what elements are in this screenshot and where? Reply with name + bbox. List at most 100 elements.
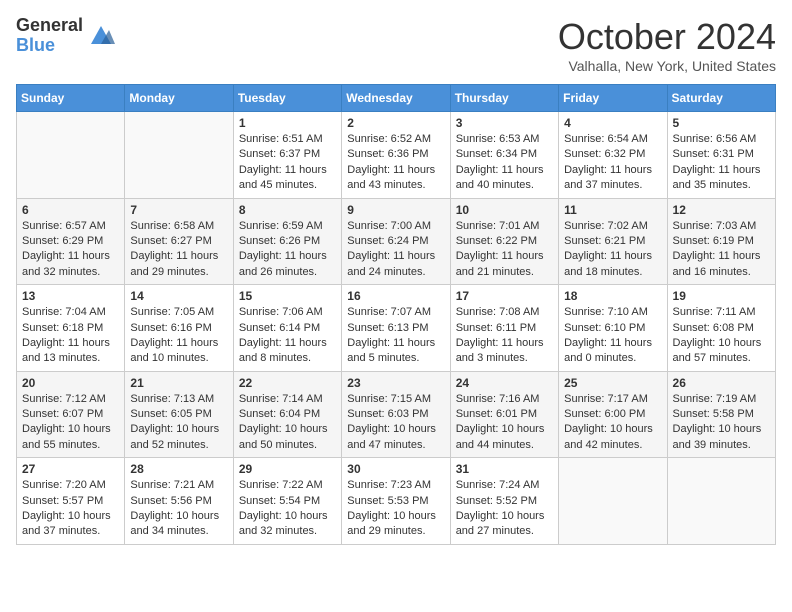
month-title: October 2024 <box>558 16 776 58</box>
day-number: 3 <box>456 116 553 130</box>
logo: General Blue <box>16 16 115 56</box>
day-number: 26 <box>673 376 770 390</box>
col-sunday: Sunday <box>17 85 125 112</box>
day-info: Sunrise: 6:52 AM Sunset: 6:36 PM Dayligh… <box>347 132 444 194</box>
day-info: Sunrise: 7:16 AM Sunset: 6:01 PM Dayligh… <box>456 392 553 454</box>
cell-w4-d2: 21 Sunrise: 7:13 AM Sunset: 6:05 PM Dayli… <box>125 371 233 458</box>
day-number: 17 <box>456 289 553 303</box>
cell-w5-d5: 31 Sunrise: 7:24 AM Sunset: 5:52 PM Dayli… <box>450 458 558 545</box>
page-header: General Blue October 2024 Valhalla, New … <box>16 16 776 74</box>
cell-w4-d4: 23 Sunrise: 7:15 AM Sunset: 6:03 PM Dayli… <box>342 371 450 458</box>
cell-w1-d2 <box>125 112 233 199</box>
day-number: 15 <box>239 289 336 303</box>
day-number: 6 <box>22 203 119 217</box>
day-number: 23 <box>347 376 444 390</box>
day-number: 2 <box>347 116 444 130</box>
cell-w3-d4: 16Sunrise: 7:07 AM Sunset: 6:13 PM Dayli… <box>342 285 450 372</box>
cell-w4-d7: 26 Sunrise: 7:19 AM Sunset: 5:58 PM Dayli… <box>667 371 775 458</box>
day-number: 13 <box>22 289 119 303</box>
day-number: 14 <box>130 289 227 303</box>
day-info: Sunrise: 7:08 AM Sunset: 6:11 PM Dayligh… <box>456 305 553 367</box>
day-info: Sunrise: 7:05 AM Sunset: 6:16 PM Dayligh… <box>130 305 227 367</box>
day-info: Sunrise: 7:01 AM Sunset: 6:22 PM Dayligh… <box>456 219 553 281</box>
week-row-5: 27Sunrise: 7:20 AM Sunset: 5:57 PM Dayli… <box>17 458 776 545</box>
calendar-header: Sunday Monday Tuesday Wednesday Thursday… <box>17 85 776 112</box>
day-info: Sunrise: 7:24 AM Sunset: 5:52 PM Dayligh… <box>456 478 553 540</box>
week-row-2: 6Sunrise: 6:57 AM Sunset: 6:29 PM Daylig… <box>17 198 776 285</box>
day-info: Sunrise: 7:14 AM Sunset: 6:04 PM Dayligh… <box>239 392 336 454</box>
cell-w4-d3: 22 Sunrise: 7:14 AM Sunset: 6:04 PM Dayli… <box>233 371 341 458</box>
day-info: Sunrise: 7:06 AM Sunset: 6:14 PM Dayligh… <box>239 305 336 367</box>
week-row-3: 13 Sunrise: 7:04 AM Sunset: 6:18 PM Dayli… <box>17 285 776 372</box>
logo-general-text: General <box>16 16 83 36</box>
day-info: Sunrise: 7:20 AM Sunset: 5:57 PM Dayligh… <box>22 478 119 540</box>
day-info: Sunrise: 7:21 AM Sunset: 5:56 PM Dayligh… <box>130 478 227 540</box>
day-info: Sunrise: 7:12 AM Sunset: 6:07 PM Dayligh… <box>22 392 119 454</box>
cell-w2-d5: 10Sunrise: 7:01 AM Sunset: 6:22 PM Dayli… <box>450 198 558 285</box>
header-row: Sunday Monday Tuesday Wednesday Thursday… <box>17 85 776 112</box>
day-info: Sunrise: 7:23 AM Sunset: 5:53 PM Dayligh… <box>347 478 444 540</box>
cell-w5-d6 <box>559 458 667 545</box>
day-number: 22 <box>239 376 336 390</box>
day-number: 28 <box>130 462 227 476</box>
day-number: 1 <box>239 116 336 130</box>
day-number: 29 <box>239 462 336 476</box>
cell-w3-d3: 15 Sunrise: 7:06 AM Sunset: 6:14 PM Dayli… <box>233 285 341 372</box>
col-tuesday: Tuesday <box>233 85 341 112</box>
day-number: 9 <box>347 203 444 217</box>
day-info: Sunrise: 7:19 AM Sunset: 5:58 PM Dayligh… <box>673 392 770 454</box>
cell-w1-d1 <box>17 112 125 199</box>
day-number: 20 <box>22 376 119 390</box>
col-wednesday: Wednesday <box>342 85 450 112</box>
day-info: Sunrise: 7:10 AM Sunset: 6:10 PM Dayligh… <box>564 305 661 367</box>
day-info: Sunrise: 7:11 AM Sunset: 6:08 PM Dayligh… <box>673 305 770 367</box>
day-number: 21 <box>130 376 227 390</box>
cell-w4-d1: 20 Sunrise: 7:12 AM Sunset: 6:07 PM Dayli… <box>17 371 125 458</box>
location: Valhalla, New York, United States <box>558 58 776 74</box>
cell-w3-d5: 17 Sunrise: 7:08 AM Sunset: 6:11 PM Dayli… <box>450 285 558 372</box>
day-info: Sunrise: 6:53 AM Sunset: 6:34 PM Dayligh… <box>456 132 553 194</box>
col-monday: Monday <box>125 85 233 112</box>
cell-w1-d7: 5 Sunrise: 6:56 AM Sunset: 6:31 PM Daylig… <box>667 112 775 199</box>
day-number: 25 <box>564 376 661 390</box>
day-number: 11 <box>564 203 661 217</box>
col-thursday: Thursday <box>450 85 558 112</box>
day-number: 30 <box>347 462 444 476</box>
day-info: Sunrise: 6:54 AM Sunset: 6:32 PM Dayligh… <box>564 132 661 194</box>
cell-w4-d6: 25 Sunrise: 7:17 AM Sunset: 6:00 PM Dayli… <box>559 371 667 458</box>
day-number: 8 <box>239 203 336 217</box>
day-info: Sunrise: 7:17 AM Sunset: 6:00 PM Dayligh… <box>564 392 661 454</box>
cell-w1-d6: 4Sunrise: 6:54 AM Sunset: 6:32 PM Daylig… <box>559 112 667 199</box>
cell-w2-d2: 7 Sunrise: 6:58 AM Sunset: 6:27 PM Daylig… <box>125 198 233 285</box>
cell-w3-d1: 13 Sunrise: 7:04 AM Sunset: 6:18 PM Dayli… <box>17 285 125 372</box>
day-info: Sunrise: 7:15 AM Sunset: 6:03 PM Dayligh… <box>347 392 444 454</box>
cell-w2-d1: 6Sunrise: 6:57 AM Sunset: 6:29 PM Daylig… <box>17 198 125 285</box>
cell-w2-d4: 9 Sunrise: 7:00 AM Sunset: 6:24 PM Daylig… <box>342 198 450 285</box>
day-info: Sunrise: 6:56 AM Sunset: 6:31 PM Dayligh… <box>673 132 770 194</box>
day-number: 31 <box>456 462 553 476</box>
calendar-table: Sunday Monday Tuesday Wednesday Thursday… <box>16 84 776 545</box>
day-info: Sunrise: 7:13 AM Sunset: 6:05 PM Dayligh… <box>130 392 227 454</box>
day-number: 12 <box>673 203 770 217</box>
day-number: 18 <box>564 289 661 303</box>
cell-w2-d6: 11 Sunrise: 7:02 AM Sunset: 6:21 PM Dayli… <box>559 198 667 285</box>
cell-w2-d7: 12 Sunrise: 7:03 AM Sunset: 6:19 PM Dayli… <box>667 198 775 285</box>
cell-w5-d1: 27Sunrise: 7:20 AM Sunset: 5:57 PM Dayli… <box>17 458 125 545</box>
day-info: Sunrise: 7:22 AM Sunset: 5:54 PM Dayligh… <box>239 478 336 540</box>
cell-w5-d2: 28 Sunrise: 7:21 AM Sunset: 5:56 PM Dayli… <box>125 458 233 545</box>
day-number: 19 <box>673 289 770 303</box>
day-info: Sunrise: 6:51 AM Sunset: 6:37 PM Dayligh… <box>239 132 336 194</box>
week-row-1: 1 Sunrise: 6:51 AM Sunset: 6:37 PM Daylig… <box>17 112 776 199</box>
cell-w3-d7: 19 Sunrise: 7:11 AM Sunset: 6:08 PM Dayli… <box>667 285 775 372</box>
day-number: 5 <box>673 116 770 130</box>
day-info: Sunrise: 7:00 AM Sunset: 6:24 PM Dayligh… <box>347 219 444 281</box>
day-info: Sunrise: 6:58 AM Sunset: 6:27 PM Dayligh… <box>130 219 227 281</box>
col-friday: Friday <box>559 85 667 112</box>
cell-w1-d4: 2 Sunrise: 6:52 AM Sunset: 6:36 PM Daylig… <box>342 112 450 199</box>
cell-w5-d4: 30 Sunrise: 7:23 AM Sunset: 5:53 PM Dayli… <box>342 458 450 545</box>
day-info: Sunrise: 7:03 AM Sunset: 6:19 PM Dayligh… <box>673 219 770 281</box>
day-number: 7 <box>130 203 227 217</box>
day-info: Sunrise: 7:04 AM Sunset: 6:18 PM Dayligh… <box>22 305 119 367</box>
day-info: Sunrise: 7:02 AM Sunset: 6:21 PM Dayligh… <box>564 219 661 281</box>
day-info: Sunrise: 7:07 AM Sunset: 6:13 PM Dayligh… <box>347 305 444 367</box>
